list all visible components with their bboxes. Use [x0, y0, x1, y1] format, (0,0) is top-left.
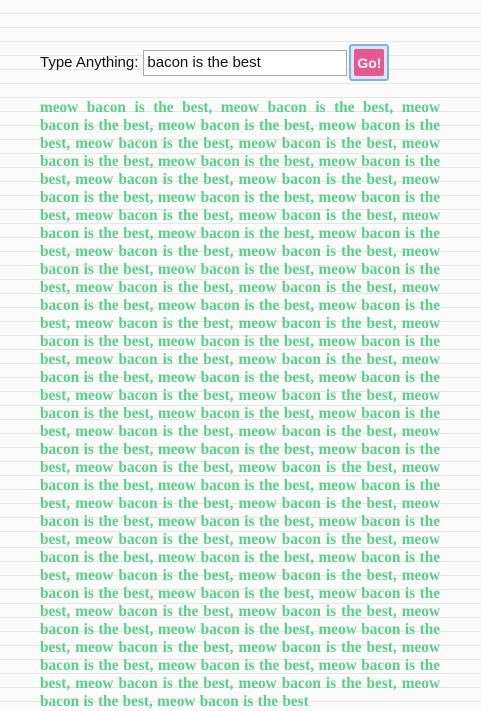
output-text: meow bacon is the best, meow bacon is th…	[40, 99, 440, 710]
input-form: Type Anything: Go!	[40, 44, 390, 81]
text-input[interactable]	[143, 49, 348, 76]
type-anything-label: Type Anything:	[40, 54, 139, 71]
go-button[interactable]: Go!	[354, 49, 385, 76]
go-button-focus-ring: Go!	[349, 44, 390, 81]
